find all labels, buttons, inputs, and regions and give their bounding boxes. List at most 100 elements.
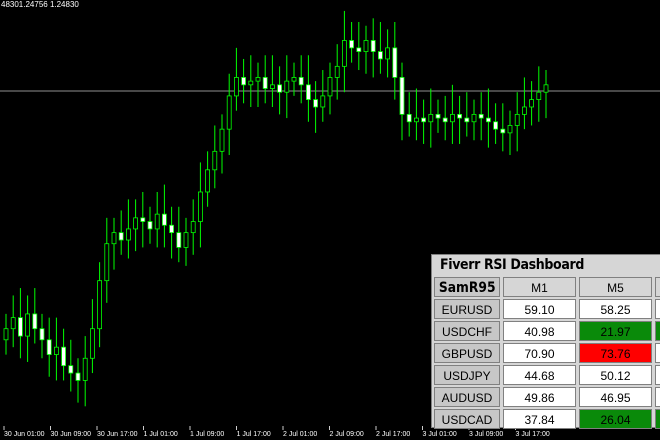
candle-body <box>421 117 427 123</box>
candle-body <box>118 232 124 241</box>
candle-body <box>471 113 477 123</box>
rsi-m5-cell: 58.25 <box>579 299 652 319</box>
candle-body <box>154 213 160 230</box>
candle-body <box>356 47 362 52</box>
candle-body <box>478 113 484 119</box>
candle-body <box>46 339 52 355</box>
time-tick-label: 2 Jul 17:00 <box>376 431 410 438</box>
candle-body <box>514 113 520 126</box>
rsi-dashboard[interactable]: Fiverr RSI Dashboard SamR95 M1 M5 EURUSD… <box>431 254 660 429</box>
candle-body <box>493 121 499 130</box>
time-tick-label: 2 Jul 09:00 <box>330 431 364 438</box>
candle-body <box>54 346 59 355</box>
candle-body <box>17 317 23 337</box>
candle-body <box>25 313 31 337</box>
candle-body <box>68 365 74 374</box>
candle-body <box>385 47 391 60</box>
candle-body <box>82 357 88 381</box>
candle-body <box>543 84 549 93</box>
time-tick-label: 1 Jul 01:00 <box>144 431 178 438</box>
rsi-m5-cell: 46.95 <box>579 387 652 407</box>
candle-body <box>392 47 398 78</box>
candle-body <box>327 77 333 97</box>
symbol-cell: USDCAD <box>434 409 500 429</box>
time-tick-label: 30 Jun 17:00 <box>97 431 138 438</box>
candle-body <box>3 328 9 341</box>
candle-body <box>190 221 196 234</box>
candle-body <box>219 128 225 152</box>
candle-body <box>248 80 254 86</box>
candle-body <box>75 372 81 381</box>
rsi-m1-cell: 49.86 <box>503 387 576 407</box>
candle-body <box>176 232 182 248</box>
candle-body <box>334 65 340 78</box>
candle-body <box>363 40 369 52</box>
time-tick-label: 1 Jul 17:00 <box>237 431 271 438</box>
rsi-m5-cell: 21.97 <box>579 321 652 341</box>
candle-body <box>169 224 175 234</box>
rsi-m1-cell: 59.10 <box>503 299 576 319</box>
candle-body <box>536 91 542 101</box>
rsi-m1-cell: 70.90 <box>503 343 576 363</box>
candle-body <box>140 217 146 222</box>
candle-body <box>522 106 527 115</box>
time-tick-label: 2 Jul 01:00 <box>283 431 317 438</box>
candle-body <box>500 128 506 134</box>
account-label: SamR95 <box>434 277 500 297</box>
rsi-m1-cell: 44.68 <box>503 365 576 385</box>
symbol-cell: EURUSD <box>434 299 500 319</box>
candle-body <box>10 317 16 330</box>
candle-body <box>233 77 239 97</box>
rsi-m1-cell: 37.84 <box>503 409 576 429</box>
candle-body <box>305 84 311 100</box>
candle-body <box>284 80 290 93</box>
symbol-cell: GBPUSD <box>434 343 500 363</box>
rsi-extra-cell <box>655 343 660 363</box>
price-readout: 48301.24756 1.24830 <box>1 0 79 9</box>
candle-body <box>313 99 319 108</box>
rsi-m5-cell: 50.12 <box>579 365 652 385</box>
dashboard-title: Fiverr RSI Dashboard <box>432 255 660 275</box>
candle-body <box>241 77 247 86</box>
candle-body <box>377 51 383 60</box>
candle-body <box>341 40 347 67</box>
time-tick-label: 30 Jun 09:00 <box>51 431 92 438</box>
symbol-cell: AUDUSD <box>434 387 500 407</box>
symbol-cell: USDJPY <box>434 365 500 385</box>
rsi-extra-cell <box>655 409 660 429</box>
candle-body <box>413 117 419 123</box>
candle-body <box>464 117 470 123</box>
candle-body <box>133 217 139 230</box>
candle-body <box>529 99 534 108</box>
rsi-extra-cell <box>655 365 660 385</box>
rsi-extra-cell <box>655 387 660 407</box>
candle-body <box>406 113 412 123</box>
candle-body <box>442 117 448 123</box>
candle-body <box>126 228 131 241</box>
candle-body <box>262 77 268 89</box>
candle-body <box>61 346 66 367</box>
rsi-m5-cell: 73.76 <box>579 343 652 363</box>
candle-body <box>104 243 110 282</box>
candle-body <box>212 150 218 171</box>
candle-body <box>90 328 95 359</box>
candle-body <box>197 191 203 222</box>
candle-body <box>457 113 463 119</box>
rsi-extra-cell <box>655 321 660 341</box>
timeframe-header-m5: M5 <box>579 277 652 297</box>
candle-body <box>39 328 45 341</box>
candle-body <box>255 77 261 82</box>
candle-body <box>277 84 283 93</box>
candle-body <box>298 77 304 86</box>
candle-body <box>291 77 297 82</box>
candle-body <box>320 95 326 108</box>
candle-body <box>349 40 355 49</box>
candle-body <box>399 77 405 115</box>
time-tick-label: 3 Jul 17:00 <box>516 431 550 438</box>
rsi-m5-cell: 26.04 <box>579 409 652 429</box>
candle-body <box>32 313 38 330</box>
time-tick-label: 30 Jun 01:00 <box>4 431 45 438</box>
candle-body <box>507 125 513 134</box>
timeframe-header-extra <box>655 277 660 297</box>
symbol-cell: USDCHF <box>434 321 500 341</box>
